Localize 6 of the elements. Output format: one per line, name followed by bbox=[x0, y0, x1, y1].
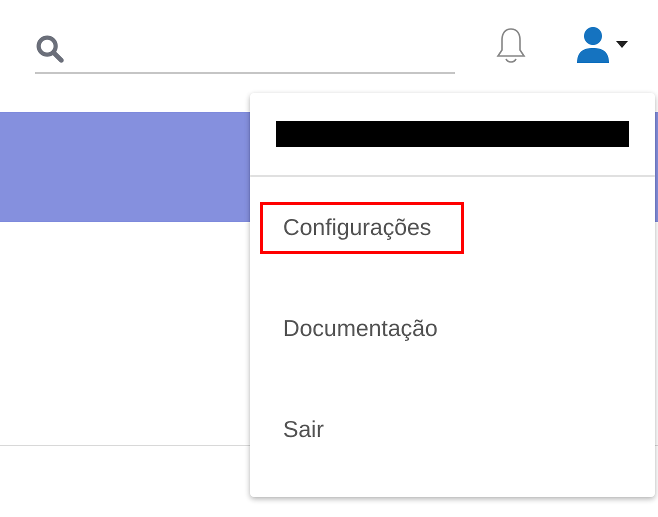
menu-item[interactable]: Documentação bbox=[260, 302, 471, 354]
menu-item[interactable]: Sair bbox=[260, 404, 357, 456]
user-icon bbox=[574, 25, 612, 65]
caret-icon bbox=[616, 41, 628, 49]
menu-item[interactable]: Configurações bbox=[260, 202, 464, 254]
user-menu-button[interactable] bbox=[574, 25, 628, 65]
